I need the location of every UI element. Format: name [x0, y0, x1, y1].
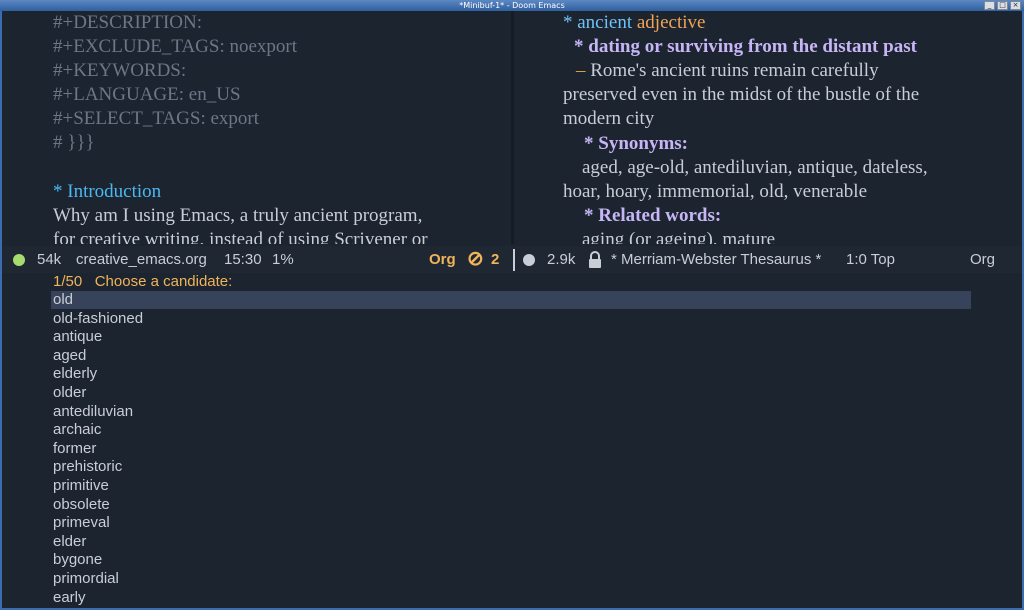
example-text: Rome's ancient ruins remain carefully: [590, 60, 879, 81]
paragraph-line: Why am I using Emacs, a truly ancient pr…: [53, 205, 423, 226]
paragraph-line: for creative writing, instead of using S…: [53, 229, 428, 244]
example-line: – Rome's ancient ruins remain carefully: [576, 59, 879, 83]
minibuffer-prompt: 1/50 Choose a candidate:: [53, 273, 232, 290]
candidate-label: older: [53, 383, 87, 401]
candidate-label: old: [53, 291, 74, 308]
left-buffer-name[interactable]: creative_emacs.org: [76, 246, 207, 273]
org-keyword-line: #+EXCLUDE_TAGS: noexport: [53, 36, 298, 57]
sense-heading: * dating or surviving from the distant p…: [574, 36, 917, 57]
left-buffer-percent: 1%: [272, 251, 294, 268]
candidate-counter: 1/50: [53, 273, 83, 290]
entry-bullet: *: [563, 12, 573, 33]
right-buffer-name[interactable]: * Merriam-Webster Thesaurus *: [611, 246, 821, 273]
candidate-item[interactable]: archaic: [2, 421, 1022, 440]
candidate-label: primeval: [53, 514, 110, 532]
candidate-label: primordial: [53, 569, 119, 587]
window-title: *Minibuf-1* - Doom Emacs: [459, 1, 565, 10]
candidate-item[interactable]: primitive: [2, 477, 1022, 496]
candidate-label: old-fashioned: [53, 309, 144, 327]
candidate-item[interactable]: former: [2, 440, 1022, 459]
org-keyword-line: #+SELECT_TAGS: export: [53, 108, 260, 129]
example-line: preserved even in the midst of the bustl…: [563, 84, 920, 105]
entry-heading: * ancient adjective: [563, 11, 705, 35]
example-dash: –: [576, 60, 586, 81]
candidate-label: elderly: [53, 365, 98, 383]
minibuffer[interactable]: 1/50 Choose a candidate: old old-fashione…: [2, 273, 1022, 608]
candidate-item[interactable]: primeval: [2, 514, 1022, 533]
right-major-mode[interactable]: Org: [970, 246, 995, 273]
close-button[interactable]: ×: [1010, 1, 1021, 10]
candidate-item[interactable]: elder: [2, 533, 1022, 552]
candidate-item[interactable]: antique: [2, 328, 1022, 347]
org-keyword-line: #+KEYWORDS:: [53, 60, 187, 81]
thesaurus-pane[interactable]: * ancient adjective * dating or survivin…: [514, 11, 1022, 244]
candidate-label: primitive: [53, 476, 109, 494]
candidate-label: antique: [53, 328, 103, 346]
candidate-item[interactable]: antediluvian: [2, 403, 1022, 422]
candidate-item[interactable]: elderly: [2, 365, 1022, 384]
org-keyword-line: #+DESCRIPTION:: [53, 12, 203, 33]
left-major-mode[interactable]: Org: [429, 246, 456, 273]
candidate-item[interactable]: older: [2, 384, 1022, 403]
mode-line: 54k creative_emacs.org 15:30 1% Org ⊘ 2 …: [2, 246, 1022, 273]
entry-word: ancient: [577, 12, 633, 33]
candidate-item[interactable]: early: [2, 589, 1022, 608]
synonyms-line: hoar, hoary, immemorial, old, venerable: [563, 181, 868, 202]
right-buffer-state-dot-icon: [523, 254, 535, 266]
left-cursor-position: 15:30: [224, 251, 262, 268]
candidate-item[interactable]: old-fashioned: [2, 310, 1022, 329]
synonyms-line: aged, age-old, antediluvian, antique, da…: [582, 157, 928, 178]
synonyms-heading: * Synonyms:: [584, 133, 688, 154]
left-warning-count[interactable]: 2: [491, 246, 499, 273]
candidate-item[interactable]: primordial: [2, 570, 1022, 589]
candidate-item[interactable]: bygone: [2, 551, 1022, 570]
left-editor-pane[interactable]: #+DESCRIPTION: #+EXCLUDE_TAGS: noexport …: [2, 11, 511, 244]
candidate-label: obsolete: [53, 495, 110, 513]
candidate-label: early: [53, 588, 86, 606]
left-buffer-size: 54k: [37, 251, 62, 268]
candidate-item[interactable]: aged: [2, 347, 1022, 366]
candidate-item-selected[interactable]: old: [2, 291, 1022, 310]
related-words-heading: * Related words:: [584, 205, 722, 226]
candidate-label: antediluvian: [53, 402, 134, 420]
candidate-label: elder: [53, 532, 87, 550]
org-keyword-line: #+LANGUAGE: en_US: [53, 84, 241, 105]
related-words-line: aging (or ageing), mature: [582, 229, 776, 244]
org-comment-line: # }}}: [53, 132, 95, 153]
candidate-label: archaic: [53, 421, 102, 439]
candidate-label: former: [53, 439, 97, 457]
buffer-state-dot-icon: [13, 254, 25, 266]
mode-line-separator: [513, 249, 515, 271]
minimize-button[interactable]: _: [984, 1, 995, 10]
lock-icon: [589, 251, 601, 268]
no-entry-icon: ⊘: [467, 248, 484, 270]
candidate-label: prehistoric: [53, 458, 123, 476]
candidate-label: bygone: [53, 551, 103, 569]
maximize-button[interactable]: □: [997, 1, 1008, 10]
candidate-label: aged: [53, 346, 87, 364]
introduction-heading: * Introduction: [53, 181, 162, 202]
entry-part-of-speech: adjective: [636, 12, 706, 33]
window-controls: _ □ ×: [984, 1, 1021, 10]
example-line: modern city: [563, 108, 655, 129]
candidate-item[interactable]: obsolete: [2, 496, 1022, 515]
prompt-text: Choose a candidate:: [94, 273, 233, 290]
candidate-list: old old-fashioned antique aged elderly older a…: [2, 291, 1022, 607]
right-cursor-position: 1:0 Top: [846, 251, 895, 268]
candidate-item[interactable]: prehistoric: [2, 458, 1022, 477]
right-buffer-size: 2.9k: [547, 251, 576, 268]
window-titlebar[interactable]: *Minibuf-1* - Doom Emacs _ □ ×: [0, 0, 1024, 11]
